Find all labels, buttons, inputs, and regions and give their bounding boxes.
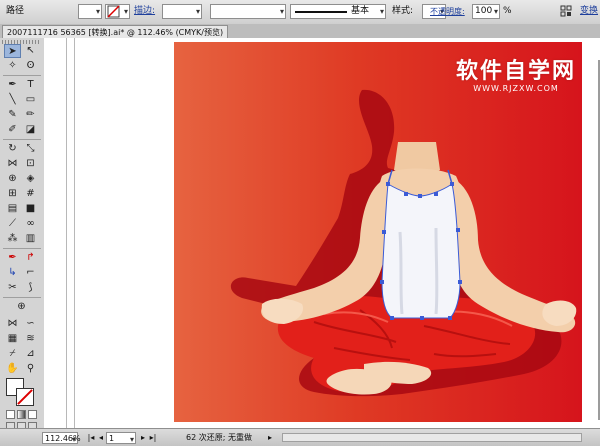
line-tool-icon[interactable]: ╲ <box>4 93 21 107</box>
bloat-tool-icon[interactable]: ≋ <box>22 332 39 346</box>
transform-link[interactable]: 变换 <box>580 4 598 19</box>
artboard-number-dropdown[interactable]: 1 <box>106 432 136 446</box>
magic-wand-tool-icon[interactable]: ✧ <box>4 59 21 73</box>
gradient-tool-icon[interactable]: ▤ <box>4 202 21 216</box>
status-text: 62 次还原; 无重做 <box>186 433 252 442</box>
tool-divider <box>3 75 41 76</box>
watermark: 软件自学网 WWW.RJZXW.COM <box>456 59 577 94</box>
style-label: 样式: <box>392 6 414 16</box>
rectangle-tool-icon[interactable]: ▭ <box>22 93 39 107</box>
symbol-sprayer-tool-icon[interactable]: ⁂ <box>4 232 21 246</box>
twirl-tool-icon[interactable]: ∽ <box>22 317 39 331</box>
zoom-level-dropdown[interactable]: 112.46% <box>42 432 81 446</box>
pencil-tool-icon[interactable]: ✏ <box>22 108 39 122</box>
width-tool-icon[interactable]: ⋈ <box>4 157 21 171</box>
stroke-swatch[interactable] <box>16 388 34 406</box>
stroke-style-label: 基本 <box>351 6 370 16</box>
document-canvas[interactable]: 软件自学网 WWW.RJZXW.COM <box>44 38 600 428</box>
scissors-tool-icon[interactable]: ✂ <box>4 281 21 295</box>
tool-divider <box>3 297 41 298</box>
free-transform-tool-icon[interactable]: ⊡ <box>22 157 39 171</box>
shape-builder-tool-icon[interactable]: ⊕ <box>4 172 21 186</box>
opacity-label[interactable]: 不透明度: <box>430 4 465 19</box>
meditating-figure-illustration <box>230 89 577 397</box>
tool-divider <box>3 248 41 249</box>
fill-color-dropdown[interactable] <box>78 4 102 19</box>
document-tab-bar: 2007111716 56365 [转换].ai* @ 112.46% (CMY… <box>0 24 600 39</box>
red-curve-icon[interactable]: ↱ <box>22 251 39 265</box>
convert-anchor-icon[interactable]: ⌐ <box>22 266 39 280</box>
perspective-grid-tool-icon[interactable]: ⊞ <box>4 187 21 201</box>
blend-tool-icon[interactable]: ∞ <box>22 217 39 231</box>
blue-anchor-icon[interactable]: ↳ <box>4 266 21 280</box>
selection-tool-icon[interactable]: ➤ <box>4 44 21 58</box>
pen-tool-icon[interactable]: ✒ <box>4 78 21 92</box>
live-paint-tool-icon[interactable]: ◈ <box>22 172 39 186</box>
eyedropper-tool-icon[interactable]: ⟋ <box>4 217 21 231</box>
first-artboard-icon[interactable]: |◂ <box>86 432 96 444</box>
status-bar: 112.46% |◂ ◂ 1 ▸ ▸| 62 次还原; 无重做 ▸ <box>0 428 600 446</box>
warp-tool-icon[interactable]: ⋈ <box>4 317 21 331</box>
page-boundary <box>74 38 75 428</box>
direct-selection-tool-icon[interactable]: ↖ <box>22 44 39 58</box>
horizontal-scrollbar[interactable] <box>282 433 582 442</box>
column-graph-tool-icon[interactable]: ▥ <box>22 232 39 246</box>
crosshair-icon[interactable]: ⊕ <box>13 300 30 314</box>
last-artboard-icon[interactable]: ▸| <box>148 432 158 444</box>
watermark-url: WWW.RJZXW.COM <box>473 84 559 93</box>
lasso-tool-icon[interactable]: ʘ <box>22 59 39 73</box>
scale-tool-icon[interactable]: ⤡ <box>22 142 39 156</box>
status-menu-icon[interactable]: ▸ <box>268 432 278 444</box>
rotate-tool-icon[interactable]: ↻ <box>4 142 21 156</box>
paintbrush-tool-icon[interactable]: ✎ <box>4 108 21 122</box>
red-pen-icon[interactable]: ✒ <box>4 251 21 265</box>
figure-tank-top <box>382 184 460 318</box>
document-tab[interactable]: 2007111716 56365 [转换].ai* @ 112.46% (CMY… <box>2 25 229 39</box>
eraser-tool-icon[interactable]: ◪ <box>22 123 39 137</box>
previous-artboard-icon[interactable]: ◂ <box>96 432 106 444</box>
slice-tool-icon[interactable]: ⊿ <box>22 347 39 361</box>
align-icon[interactable] <box>560 4 572 19</box>
gradient-mode-icon[interactable] <box>17 410 26 419</box>
page-boundary <box>66 38 67 428</box>
mesh-tool-icon[interactable]: # <box>22 187 39 201</box>
type-tool-icon[interactable]: T <box>22 78 39 92</box>
control-bar: 路径 描边: 基本 样式: 不透明度: 100 % 变换 <box>0 0 600 25</box>
opacity-input[interactable]: 100 <box>472 4 500 19</box>
opacity-unit: % <box>503 6 512 16</box>
next-artboard-icon[interactable]: ▸ <box>138 432 148 444</box>
zoom-tool-icon[interactable]: ⚲ <box>22 362 39 376</box>
artboard-tool-icon[interactable]: ⌿ <box>4 347 21 361</box>
watermark-title: 软件自学网 <box>456 59 577 84</box>
hand-tool-icon[interactable]: ✋ <box>4 362 21 376</box>
gradient-swatch-icon[interactable]: ■ <box>22 202 39 216</box>
object-type-label: 路径 <box>6 6 25 16</box>
tools-panel: ➤ ↖ ✧ ʘ ✒ T ╲ ▭ ✎ ✏ ✐ ◪ ↻ ⤡ ⋈ ⊡ ⊕ ◈ ⊞ # … <box>0 38 45 431</box>
stroke-label[interactable]: 描边: <box>134 4 155 19</box>
stroke-weight-input[interactable] <box>162 4 202 19</box>
artwork-background[interactable] <box>174 42 582 422</box>
stroke-color-dropdown[interactable] <box>105 4 130 19</box>
stroke-line-preview <box>295 11 347 13</box>
color-mode-icon[interactable] <box>6 410 15 419</box>
knife-tool-icon[interactable]: ⟆ <box>22 281 39 295</box>
no-stroke-icon <box>107 5 120 18</box>
pucker-tool-icon[interactable]: ▦ <box>4 332 21 346</box>
none-mode-icon[interactable] <box>28 410 37 419</box>
brush-style-dropdown[interactable]: 基本 <box>290 4 386 19</box>
tool-divider <box>3 139 41 140</box>
variable-width-dropdown[interactable] <box>210 4 286 19</box>
blob-brush-tool-icon[interactable]: ✐ <box>4 123 21 137</box>
